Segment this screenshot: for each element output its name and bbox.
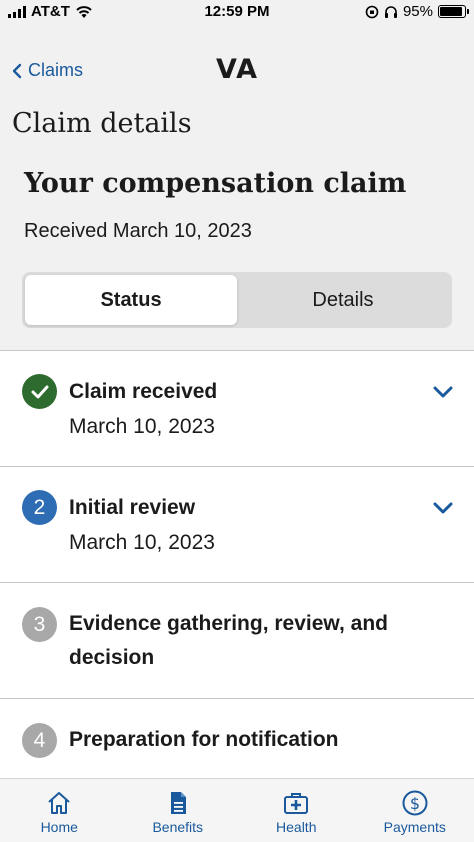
home-icon — [48, 792, 70, 814]
step-title: Initial review — [69, 496, 196, 519]
page-title: Claim details — [12, 108, 192, 139]
headphones-icon — [384, 5, 397, 18]
step-evidence-gathering: 3 Evidence gathering, review, and decisi… — [0, 583, 474, 699]
segment-details[interactable]: Details — [237, 275, 449, 325]
bottom-tab-bar: Home Benefits Health $ Payments — [0, 778, 474, 842]
navigation-header: Claims VA — [0, 50, 474, 94]
status-bar: AT&T 12:59 PM 95% — [0, 0, 474, 26]
step-number-badge: 4 — [22, 723, 57, 758]
chevron-down-icon[interactable] — [432, 501, 454, 515]
battery-icon — [438, 5, 469, 18]
va-logo-title: VA — [216, 54, 258, 85]
tab-home[interactable]: Home — [0, 779, 119, 842]
claim-title: Your compensation claim — [24, 168, 407, 199]
orientation-lock-icon — [365, 5, 379, 18]
dollar-circle-icon: $ — [402, 790, 428, 816]
step-title-line-2: decision — [69, 646, 155, 669]
step-claim-received[interactable]: Claim received March 10, 2023 — [0, 351, 474, 467]
claim-status-steps: Claim received March 10, 2023 2 Initial … — [0, 350, 474, 781]
medical-kit-icon — [284, 793, 309, 814]
step-date: March 10, 2023 — [69, 415, 215, 438]
status-right: 95% — [365, 3, 469, 20]
step-title: Preparation for notification — [69, 728, 339, 751]
battery-percent: 95% — [402, 3, 433, 20]
tab-label: Benefits — [152, 819, 204, 835]
step-number-badge: 2 — [22, 490, 57, 525]
step-title: Claim received — [69, 380, 218, 403]
segment-status[interactable]: Status — [25, 275, 237, 325]
svg-text:$: $ — [410, 794, 420, 813]
tab-benefits[interactable]: Benefits — [119, 779, 238, 842]
step-title-line-1: Evidence gathering, review, and — [69, 612, 388, 635]
step-preparation-for-notification: 4 Preparation for notification — [0, 699, 474, 781]
received-date: Received March 10, 2023 — [24, 220, 252, 242]
tab-health[interactable]: Health — [237, 779, 356, 842]
tab-label: Home — [40, 819, 78, 835]
tab-label: Health — [276, 819, 317, 835]
step-initial-review[interactable]: 2 Initial review March 10, 2023 — [0, 467, 474, 583]
checkmark-icon — [22, 374, 57, 409]
segmented-control: Status Details — [22, 272, 452, 328]
step-number-badge: 3 — [22, 607, 57, 642]
step-date: March 10, 2023 — [69, 531, 215, 554]
chevron-down-icon[interactable] — [432, 385, 454, 399]
tab-label: Payments — [383, 819, 446, 835]
document-icon — [170, 792, 186, 814]
tab-payments[interactable]: $ Payments — [356, 779, 474, 842]
